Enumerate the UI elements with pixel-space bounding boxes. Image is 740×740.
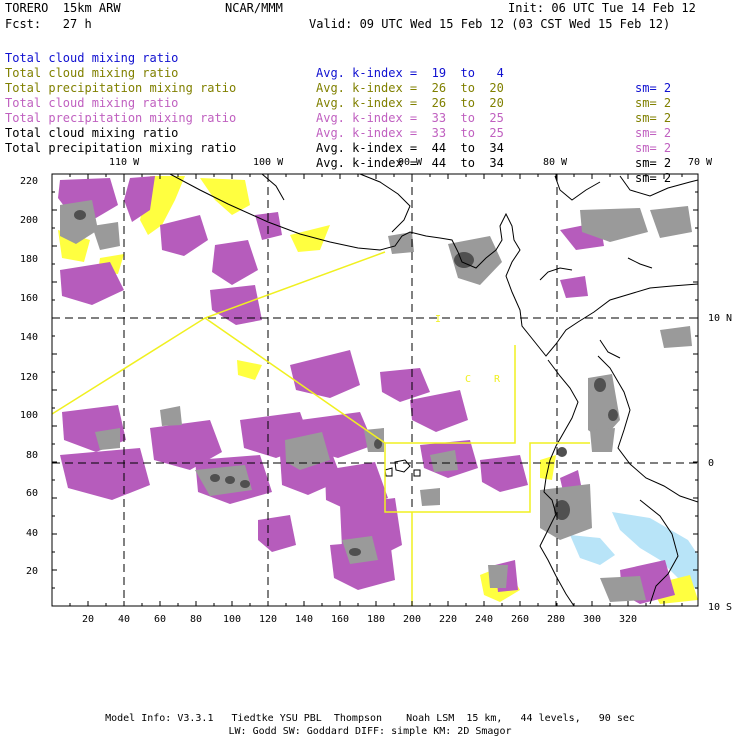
model-info-line1: Model Info: V3.3.1 Tiedtke YSU PBL Thomp… [105,713,635,724]
region-label: C [465,374,471,385]
forecast-map: I C R [51,173,699,607]
region-label: R [494,374,501,385]
model-info-line2: LW: Godd SW: Goddard DIFF: simple KM: 2D… [228,726,512,737]
region-label: I [435,314,441,325]
